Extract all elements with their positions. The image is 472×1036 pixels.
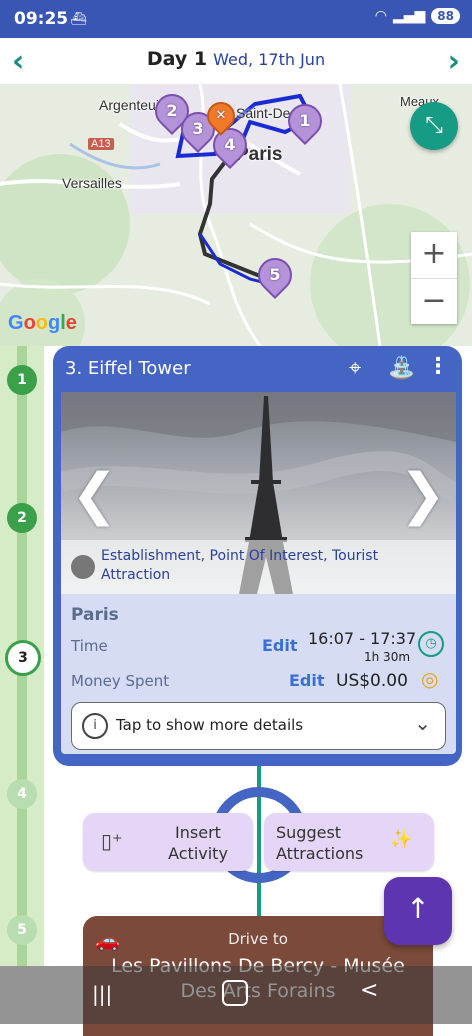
- show-details-button[interactable]: i Tap to show more details ⌄: [71, 702, 446, 750]
- drive-to-label: Drive to: [228, 930, 288, 948]
- map-label-argenteuil: Argenteuil: [99, 97, 163, 113]
- zoom-out-button[interactable]: −: [411, 278, 457, 325]
- arrow-up-icon: ↑: [406, 892, 430, 925]
- scroll-to-top-button[interactable]: ↑: [384, 877, 452, 945]
- map-pin-icon[interactable]: ⌖: [349, 356, 361, 381]
- map-road-a13: A13: [88, 138, 114, 150]
- page-title: Day 1 Wed, 17th Jun: [0, 48, 472, 70]
- timeline-node-5[interactable]: 5: [7, 915, 37, 945]
- show-details-label: Tap to show more details: [116, 716, 304, 734]
- map-label-versailles: Versailles: [62, 175, 122, 191]
- coins-icon: ◎: [421, 667, 439, 691]
- timeline-node-4[interactable]: 4: [7, 779, 37, 809]
- insert-activity-button[interactable]: ▯⁺ Insert Activity: [83, 813, 253, 871]
- signal-icon: ▂▄▆: [392, 8, 426, 24]
- time-range: 16:07 - 17:37: [308, 629, 417, 648]
- activity-city: Paris: [71, 605, 119, 625]
- status-icons: ◠ ▂▄▆ 88: [375, 8, 460, 24]
- activity-photo[interactable]: ❮ ❯ Establishment, Point Of Interest, To…: [61, 392, 456, 594]
- route-map[interactable]: Argenteuil Saint-Denis Meaux A13 Paris V…: [0, 84, 472, 346]
- next-day-chevron-icon[interactable]: ›: [448, 44, 460, 79]
- collapse-arrows-icon: ⤡: [425, 113, 443, 138]
- map-zoom-controls: + −: [411, 232, 457, 324]
- recent-apps-icon[interactable]: |||: [92, 982, 112, 1006]
- time-label: Time: [71, 637, 108, 655]
- zoom-in-button[interactable]: +: [411, 232, 457, 278]
- magic-wand-icon: ✨: [390, 829, 413, 850]
- edit-time-button[interactable]: Edit: [262, 636, 298, 655]
- insert-activity-label: Insert Activity: [168, 823, 228, 863]
- google-logo: Google: [8, 312, 77, 334]
- home-icon[interactable]: [222, 980, 248, 1006]
- insert-phone-plus-icon: ▯⁺: [101, 829, 123, 853]
- system-navigation-bar: ||| <: [0, 966, 472, 1024]
- timeline-node-1[interactable]: 1: [7, 365, 37, 395]
- activity-info-panel: Paris Time Edit 16:07 - 17:37 1h 30m ◷ M…: [61, 594, 456, 754]
- day-header: ‹ Day 1 Wed, 17th Jun ›: [0, 38, 472, 84]
- info-icon: i: [82, 713, 108, 739]
- battery-icon: 88: [431, 8, 460, 24]
- day-label: Day 1: [146, 48, 208, 70]
- back-icon[interactable]: <: [360, 978, 378, 1003]
- suggest-attractions-label: Suggest Attractions: [276, 823, 364, 863]
- activity-title: 3. Eiffel Tower: [65, 358, 191, 379]
- wifi-icon: ◠: [374, 8, 387, 24]
- map-base: [0, 84, 472, 346]
- tourist-attraction-icon[interactable]: ⛲: [388, 356, 415, 381]
- more-options-icon[interactable]: ⋮: [427, 354, 449, 379]
- collapse-map-button[interactable]: ⤡: [410, 102, 458, 150]
- day-date: Wed, 17th Jun: [213, 50, 326, 69]
- next-photo-chevron-icon[interactable]: ❯: [399, 462, 446, 527]
- money-spent-label: Money Spent: [71, 672, 170, 690]
- clock-icon: ◷: [418, 631, 444, 657]
- category-circle-icon: [71, 555, 95, 579]
- timeline-node-3-selected[interactable]: 3: [5, 640, 41, 676]
- edit-money-button[interactable]: Edit: [289, 671, 325, 690]
- status-bar: 09:25 ⛴ ◠ ▂▄▆ 88: [0, 0, 472, 38]
- money-value: US$0.00: [336, 671, 408, 691]
- status-time: 09:25: [14, 9, 69, 29]
- chevron-down-icon: ⌄: [414, 711, 431, 735]
- photo-caption: Establishment, Point Of Interest, Touris…: [61, 540, 456, 594]
- activity-categories: Establishment, Point Of Interest, Touris…: [101, 548, 379, 583]
- timeline-node-2[interactable]: 2: [7, 503, 37, 533]
- previous-photo-chevron-icon[interactable]: ❮: [71, 462, 118, 527]
- notification-icon: ⛴: [70, 12, 87, 27]
- duration: 1h 30m: [364, 650, 411, 664]
- suggest-attractions-button[interactable]: Suggest Attractions ✨: [264, 813, 434, 871]
